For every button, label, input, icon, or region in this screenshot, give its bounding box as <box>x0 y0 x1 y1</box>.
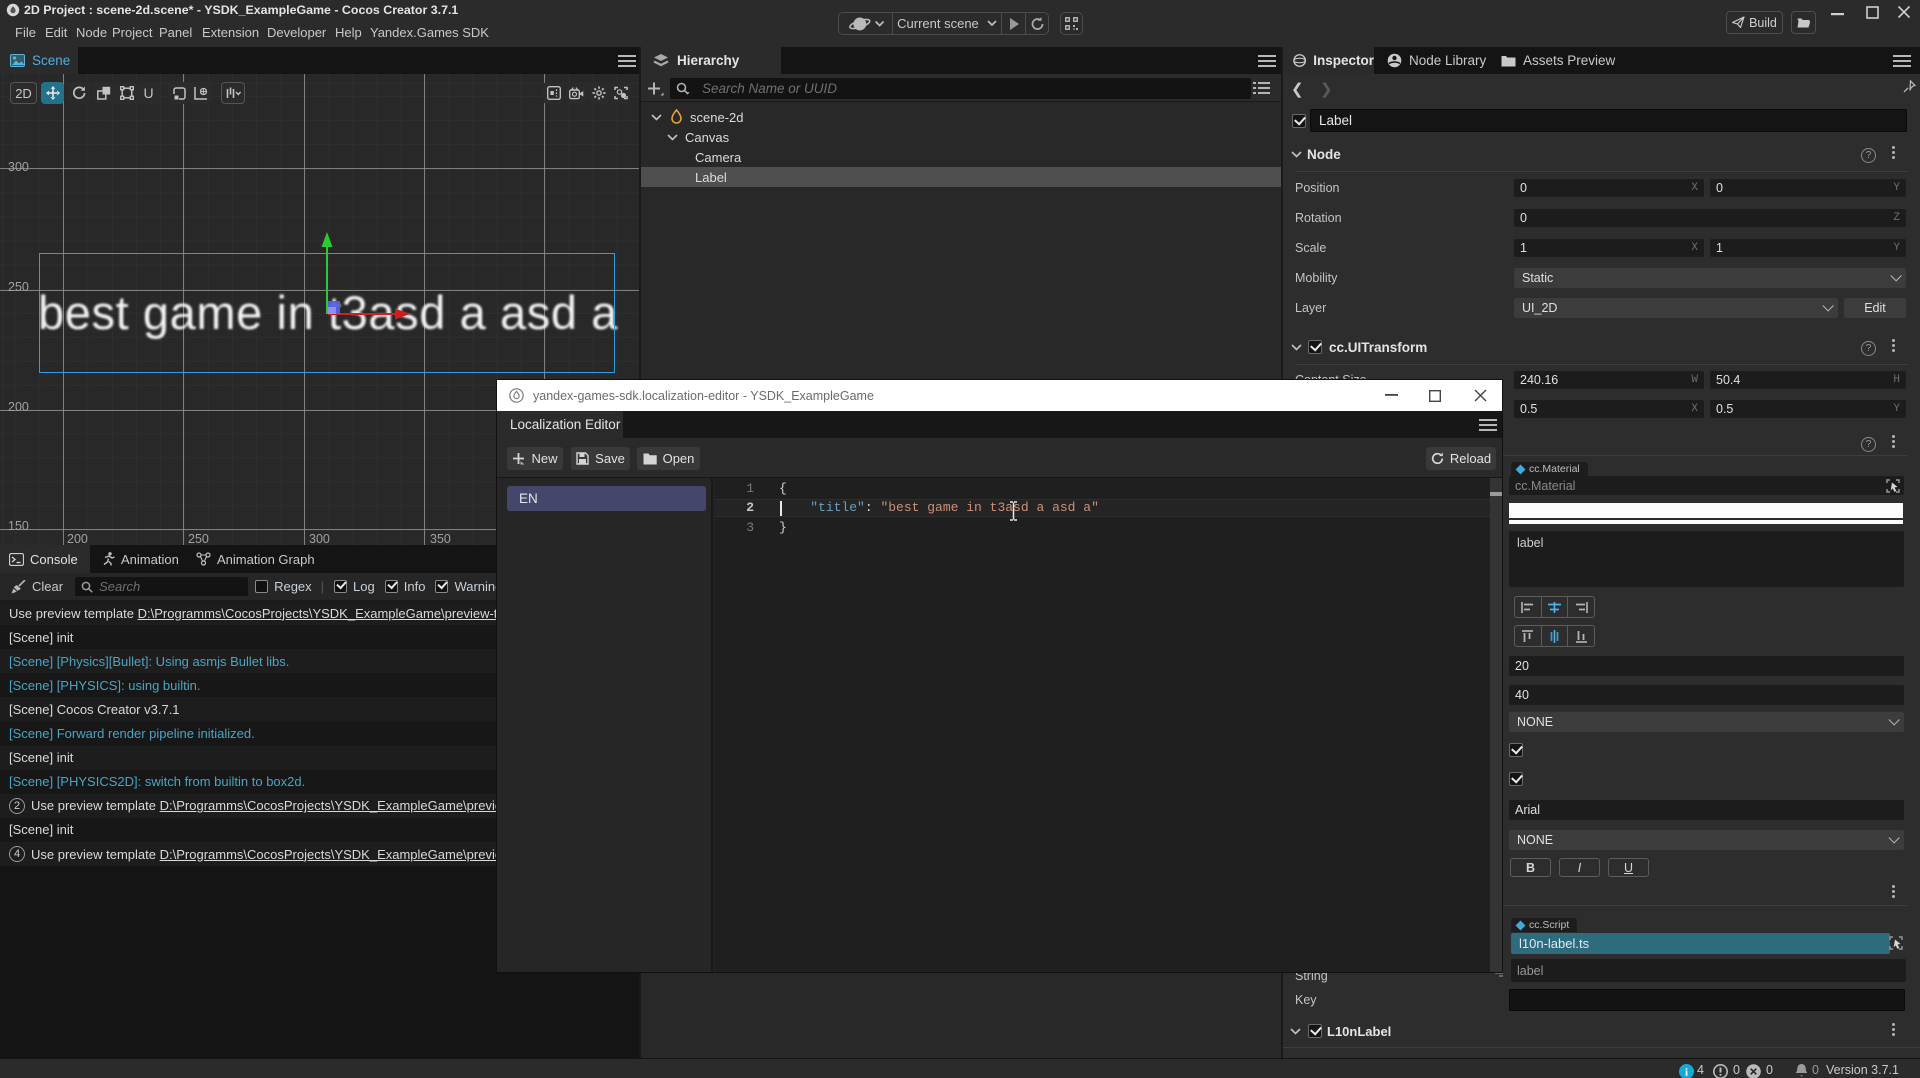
svg-text:i: i <box>1685 1067 1688 1078</box>
